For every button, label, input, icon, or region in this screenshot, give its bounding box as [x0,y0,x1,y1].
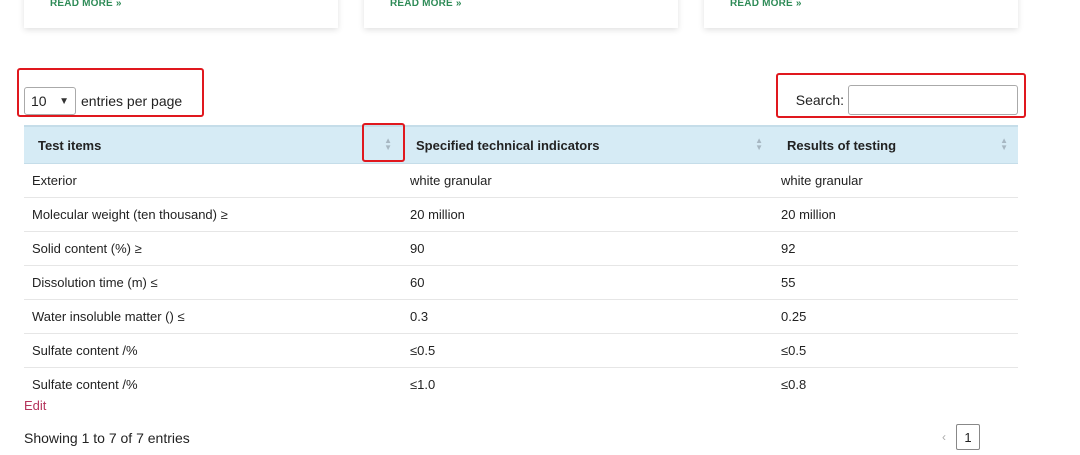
table-header-row: Test items ▲ ▼ Specified technical indica… [24,125,1018,164]
entries-label: entries per page [81,93,183,109]
table-row: Molecular weight (ten thousand) ≥ 20 mil… [24,197,1018,232]
table-cell: Sulfate content /% [32,377,138,392]
table-cell: Molecular weight (ten thousand) ≥ [24,197,402,232]
table-cell: 0.3 [402,299,773,334]
table-cell: 55 [773,265,1018,300]
table-cell: Exterior [24,163,402,198]
table-cell: ≤0.8 [781,377,807,392]
read-more-link[interactable]: READ MORE » [50,0,122,9]
data-table: Test items ▲ ▼ Specified technical indica… [24,125,1018,401]
table-cell: ≤0.5 [402,333,773,368]
entries-select[interactable]: 10 ▼ [24,87,76,115]
sort-icon: ▲ ▼ [755,136,763,152]
table-row: Water insoluble matter () ≤ 0.3 0.25 [24,299,1018,334]
table-cell: white granular [402,163,773,198]
search-label: Search: [795,92,844,108]
table-cell: 0.25 [773,299,1018,334]
table-cell: 20 million [402,197,773,232]
table-cell: white granular [773,163,1018,198]
entries-length-control: 10 ▼ entries per page [24,87,182,115]
column-header-results[interactable]: Results of testing ▲ ▼ [773,125,1018,164]
edit-link[interactable]: Edit [24,398,46,413]
page: READ MORE » READ MORE » READ MORE » 10 ▼… [0,0,1080,455]
pagination: ‹ 1 [942,424,980,450]
table-row: Dissolution time (m) ≤ 60 55 [24,265,1018,300]
article-card: READ MORE » [24,0,338,28]
column-header-test-items[interactable]: Test items ▲ ▼ [24,125,402,164]
table-row: Sulfate content /% ≤1.0 ≤0.8 [24,368,1018,402]
table-cell: ≤1.0 [410,377,436,392]
chevron-down-icon: ▼ [59,95,69,107]
sort-icon: ▲ ▼ [1000,136,1008,152]
entries-select-value: 10 [31,93,47,109]
table-cell: ≤0.5 [773,333,1018,368]
table-row: Exterior white granular white granular [24,163,1018,198]
read-more-link[interactable]: READ MORE » [390,0,462,9]
column-header-specified-indicators[interactable]: Specified technical indicators ▲ ▼ [402,125,773,164]
search-control: Search: [796,85,1018,115]
sort-icon: ▲ ▼ [384,136,392,152]
table-cell: 92 [773,231,1018,266]
article-card: READ MORE » [704,0,1018,28]
article-card: READ MORE » [364,0,678,28]
search-input[interactable] [848,85,1018,115]
table-cell: Dissolution time (m) ≤ [24,265,402,300]
page-button-current[interactable]: 1 [956,424,980,450]
previous-page-button[interactable]: ‹ [942,430,946,444]
table-cell: 60 [402,265,773,300]
table-cell: Water insoluble matter () ≤ [24,299,402,334]
table-row: Solid content (%) ≥ 90 92 [24,231,1018,266]
table-cell: Sulfate content /% [24,333,402,368]
table-cell: 90 [402,231,773,266]
read-more-link[interactable]: READ MORE » [730,0,802,9]
table-cell: Solid content (%) ≥ [24,231,402,266]
table-info: Showing 1 to 7 of 7 entries [24,430,190,446]
table-row: Sulfate content /% ≤0.5 ≤0.5 [24,333,1018,368]
table-cell: 20 million [773,197,1018,232]
